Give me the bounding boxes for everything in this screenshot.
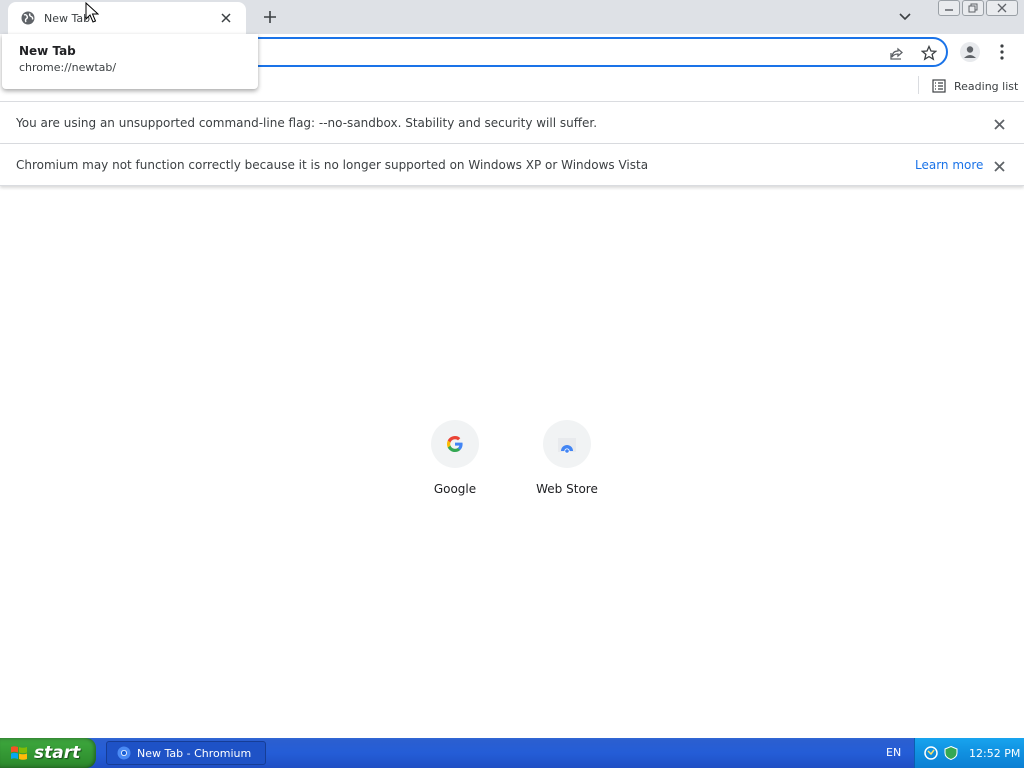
minimize-icon [945, 9, 953, 11]
start-button[interactable]: start [0, 738, 96, 768]
hover-card-url: chrome://newtab/ [19, 61, 117, 74]
learn-more-link[interactable]: Learn more [915, 158, 983, 172]
infobar-text: Chromium may not function correctly beca… [16, 157, 649, 172]
windows-logo-icon [11, 746, 27, 760]
close-icon[interactable] [990, 157, 1008, 175]
reading-list-icon [932, 79, 946, 93]
restore-icon [968, 3, 978, 13]
close-window-button[interactable] [986, 0, 1018, 16]
close-icon [997, 3, 1007, 13]
avatar-icon [960, 42, 980, 62]
shortcut-tile [543, 420, 591, 468]
web-store-icon [558, 438, 576, 454]
shortcut-label: Web Store [536, 482, 598, 496]
globe-icon [20, 10, 36, 26]
bookmarks-separator [918, 76, 919, 94]
shortcut-web-store[interactable]: Web Store [511, 412, 623, 508]
minimize-button[interactable] [938, 0, 960, 16]
network-icon[interactable] [923, 745, 939, 761]
new-tab-button[interactable] [258, 5, 282, 29]
tab-title: New Tab [44, 11, 91, 25]
kebab-menu-icon [1000, 44, 1004, 60]
profile-button[interactable] [958, 40, 982, 64]
shortcut-google[interactable]: Google [399, 412, 511, 508]
language-indicator[interactable]: EN [886, 746, 901, 759]
system-tray: 12:52 PM [914, 738, 1024, 768]
reading-list-label: Reading list [954, 79, 1019, 93]
plus-icon [264, 11, 276, 23]
menu-button[interactable] [992, 40, 1012, 64]
restore-button[interactable] [962, 0, 984, 16]
taskbar: start New Tab - Chromium EN 12:52 PM [0, 738, 1024, 768]
close-icon[interactable] [990, 115, 1008, 133]
tab-hover-card: New Tab chrome://newtab/ [2, 34, 258, 89]
infobar-text: You are using an unsupported command-lin… [16, 115, 598, 130]
share-icon[interactable] [888, 44, 906, 62]
reading-list-button[interactable]: Reading list [928, 75, 1022, 97]
google-icon [447, 436, 463, 452]
shortcut-tile [431, 420, 479, 468]
shortcut-label: Google [433, 482, 477, 496]
tab-new-tab[interactable]: New Tab [8, 2, 246, 34]
infobar-sandbox-warning: You are using an unsupported command-lin… [0, 102, 1024, 144]
chevron-down-icon [899, 13, 911, 21]
close-icon[interactable] [218, 10, 234, 26]
screen: New Tab Reading list You are using an un… [0, 0, 1024, 768]
infobar-os-unsupported: Chromium may not function correctly beca… [0, 144, 1024, 186]
taskbar-item-label: New Tab - Chromium [137, 746, 252, 760]
window-controls [938, 0, 1018, 18]
security-shield-icon[interactable] [943, 745, 959, 761]
bookmark-star-icon[interactable] [920, 44, 938, 62]
omnibox[interactable] [210, 37, 948, 67]
chromium-icon [117, 746, 131, 760]
taskbar-item-chromium[interactable]: New Tab - Chromium [106, 741, 266, 765]
clock[interactable]: 12:52 PM [969, 747, 1020, 760]
tab-search-button[interactable] [894, 7, 916, 27]
mouse-cursor-icon [85, 2, 99, 23]
start-label: start [34, 743, 81, 763]
hover-card-title: New Tab [19, 44, 76, 58]
tab-strip: New Tab [0, 0, 1024, 34]
